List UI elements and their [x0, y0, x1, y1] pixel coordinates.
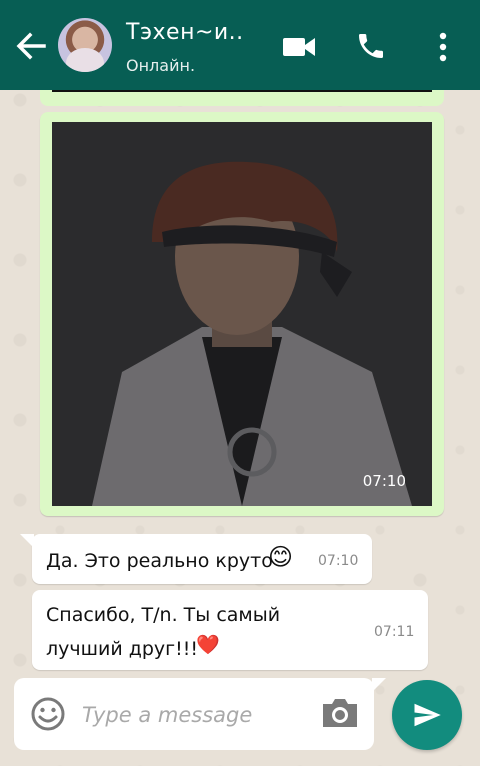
more-vertical-icon	[439, 32, 447, 62]
camera-icon	[323, 699, 357, 727]
back-button[interactable]	[14, 30, 50, 62]
more-options-button[interactable]	[434, 30, 452, 64]
message-text: Да. Это реально круто	[46, 550, 273, 572]
portrait-image	[52, 122, 432, 506]
image-message[interactable]: 07:10	[40, 112, 444, 516]
message-time: 07:10	[318, 553, 359, 569]
contact-status: Онлайн.	[126, 56, 196, 75]
incoming-message[interactable]: Да. Это реально круто 😊 07:10	[20, 534, 372, 584]
send-button[interactable]	[392, 680, 462, 750]
voice-call-button[interactable]	[355, 30, 387, 62]
video-call-button[interactable]	[282, 34, 316, 60]
message-input[interactable]	[80, 698, 304, 732]
message-time: 07:10	[362, 472, 406, 490]
message-text-line: Спасибо, Т/n. Ты самый	[46, 604, 281, 626]
video-camera-icon	[283, 38, 315, 56]
emoji-button[interactable]	[30, 696, 66, 732]
heart-emoji-icon: ❤️	[196, 634, 220, 656]
contact-name[interactable]: Тэхен~и..	[126, 20, 244, 45]
incoming-message[interactable]: Спасибо, Т/n. Ты самый лучший друг!!! ❤️…	[32, 590, 428, 670]
message-text-line: лучший друг!!!	[46, 638, 199, 660]
emoji-smile-icon	[31, 697, 65, 731]
smile-emoji-icon: 😊	[268, 543, 294, 571]
message-time: 07:11	[374, 624, 415, 640]
message-composer	[14, 678, 386, 750]
avatar[interactable]	[58, 18, 112, 72]
arrow-left-icon	[16, 32, 46, 60]
photo-attachment[interactable]: 07:10	[52, 122, 432, 506]
send-icon	[414, 703, 441, 727]
chat-header: Тэхен~и.. Онлайн.	[0, 0, 480, 90]
camera-button[interactable]	[320, 696, 360, 730]
phone-icon	[359, 34, 383, 58]
